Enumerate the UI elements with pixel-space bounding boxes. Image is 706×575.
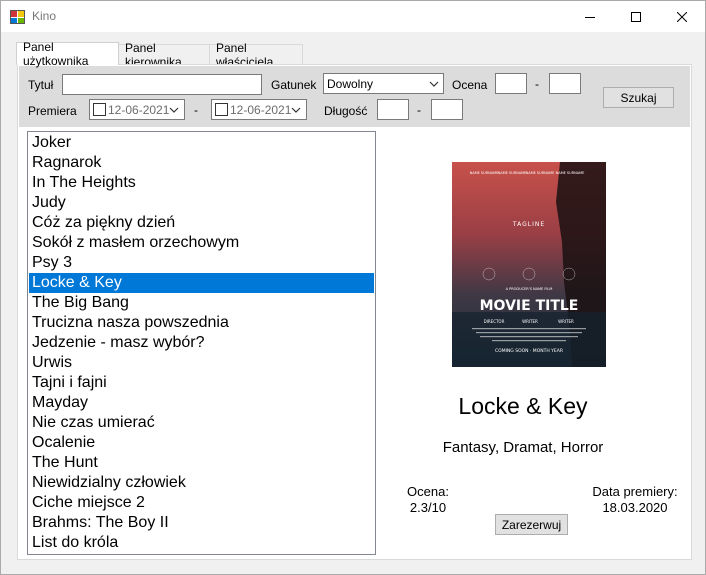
poster-name-3: NAME SURNAME	[526, 171, 555, 175]
movie-list-item[interactable]: Nie czas umierać	[29, 413, 374, 433]
poster-producer-line: A PRODUCER'S NAME FILM	[506, 287, 553, 291]
search-button[interactable]: Szukaj	[603, 87, 674, 108]
movie-list-item[interactable]: Sokół z masłem orzechowym	[29, 233, 374, 253]
poster-name-4: NAME SURNAME	[556, 171, 585, 175]
rating-caption: Ocena:	[407, 484, 449, 499]
tab-panel-wlasciciela[interactable]: Panel właściciela	[209, 41, 303, 69]
movie-listbox[interactable]: Joker Ragnarok In The Heights Judy Cóż za pi…	[27, 131, 376, 555]
premiere-from-checkbox[interactable]	[93, 103, 106, 116]
premiere-to-date: 12-06-2021	[230, 102, 292, 117]
movie-list-item[interactable]: Brahms: The Boy II	[29, 513, 374, 533]
premiere-to-datepicker[interactable]: 12-06-2021	[211, 99, 307, 120]
chevron-down-icon	[429, 81, 439, 87]
length-from-input[interactable]	[377, 99, 409, 120]
poster-movie-title: MOVIE TITLE	[480, 298, 579, 314]
selected-movie-genres: Fantasy, Dramat, Horror	[442, 439, 604, 456]
movie-poster-image: NAME SURNAME NAME SURNAME NAME SURNAME N…	[452, 162, 606, 367]
tab-panel-kierownika[interactable]: Panel kierownika	[118, 41, 210, 69]
movie-list-item[interactable]: The Hunt	[29, 453, 374, 473]
rating-value: 2.3/10	[409, 500, 447, 515]
movie-list-item[interactable]: Trucizna nasza powszednia	[29, 313, 374, 333]
movie-list-item[interactable]: Judy	[29, 193, 374, 213]
tab-panel-uzytkownika[interactable]: Panel użytkownika	[16, 40, 119, 68]
poster-credit-role-3: WRITER	[558, 319, 574, 324]
poster-tagline: TAGLINE	[512, 221, 545, 228]
length-filter-label: Długość	[324, 104, 368, 118]
movie-list-item[interactable]: Mayday	[29, 393, 374, 413]
title-filter-input[interactable]	[62, 74, 262, 95]
minimize-icon	[585, 16, 595, 18]
window-title: Kino	[32, 9, 57, 23]
app-icon	[10, 10, 25, 24]
genre-select[interactable]: Dowolny	[323, 73, 444, 94]
rating-from-input[interactable]	[495, 73, 527, 94]
premiere-from-datepicker[interactable]: 12-06-2021	[89, 99, 185, 120]
movie-list-item[interactable]: Ciche miejsce 2	[29, 493, 374, 513]
chevron-down-icon	[169, 107, 179, 113]
premiere-filter-label: Premiera	[28, 104, 77, 118]
close-button[interactable]	[659, 1, 705, 32]
close-icon	[677, 11, 687, 22]
poster-name-2: NAME SURNAME	[498, 171, 527, 175]
movie-list-item[interactable]: Locke & Key	[29, 273, 374, 293]
movie-list-item[interactable]: Urwis	[29, 353, 374, 373]
movie-list: Joker Ragnarok In The Heights Judy Cóż za pi…	[28, 133, 375, 553]
length-to-input[interactable]	[431, 99, 463, 120]
poster-name-1: NAME SURNAME	[470, 171, 499, 175]
length-range-separator: -	[417, 103, 421, 117]
movie-list-item[interactable]: Jedzenie - masz wybór?	[29, 333, 374, 353]
chevron-down-icon	[291, 107, 301, 113]
poster-credit-role-1: DIRECTOR	[484, 319, 505, 324]
filter-panel: Tytuł Gatunek Dowolny Ocena - Szukaj Pre…	[19, 66, 690, 127]
tab-content-user: Tytuł Gatunek Dowolny Ocena - Szukaj Pre…	[17, 64, 692, 560]
premiere-date-value: 18.03.2020	[602, 500, 668, 515]
title-bar: Kino	[1, 1, 705, 32]
movie-list-item[interactable]: The Big Bang	[29, 293, 374, 313]
rating-to-input[interactable]	[549, 73, 581, 94]
movie-list-item[interactable]: Cóż za piękny dzień	[29, 213, 374, 233]
movie-list-item[interactable]: Psy 3	[29, 253, 374, 273]
premiere-range-separator: -	[194, 103, 198, 117]
poster-coming-soon: COMING SOON · MONTH YEAR	[495, 348, 563, 354]
movie-list-item[interactable]: Ocalenie	[29, 433, 374, 453]
genre-filter-label: Gatunek	[271, 78, 317, 92]
reserve-button[interactable]: Zarezerwuj	[495, 514, 568, 535]
genre-select-value: Dowolny	[327, 76, 374, 91]
movie-list-item[interactable]: Joker	[29, 133, 374, 153]
movie-list-item[interactable]: Ragnarok	[29, 153, 374, 173]
movie-list-item[interactable]: List do króla	[29, 533, 374, 553]
movie-list-item[interactable]: Tajni i fajni	[29, 373, 374, 393]
movie-list-item[interactable]: In The Heights	[29, 173, 374, 193]
premiere-from-date: 12-06-2021	[108, 102, 170, 117]
minimize-button[interactable]	[567, 1, 613, 32]
premiere-to-checkbox[interactable]	[215, 103, 228, 116]
maximize-icon	[631, 11, 641, 22]
movie-list-item[interactable]: Niewidzialny człowiek	[29, 473, 374, 493]
main-window: Kino Panel użytkownika Panel kierownika …	[0, 0, 706, 575]
rating-range-separator: -	[535, 77, 539, 91]
premiere-caption: Data premiery:	[592, 484, 678, 499]
poster-credit-role-2: WRITER	[522, 319, 538, 324]
rating-filter-label: Ocena	[452, 78, 488, 92]
maximize-button[interactable]	[613, 1, 659, 32]
title-filter-label: Tytuł	[28, 78, 54, 92]
selected-movie-title: Locke & Key	[458, 393, 588, 419]
